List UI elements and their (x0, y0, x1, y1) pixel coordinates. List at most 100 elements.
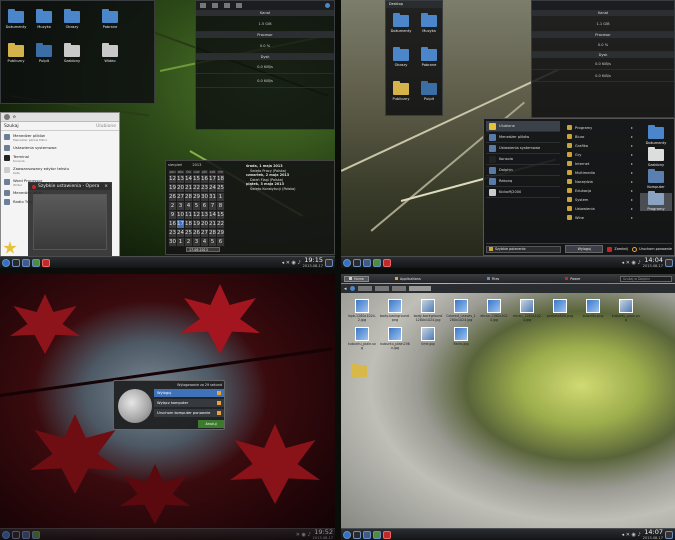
file-item[interactable]: ekran_1280x1024.jpg (512, 299, 542, 322)
folder-icon[interactable] (363, 530, 371, 539)
breadcrumb[interactable] (391, 286, 406, 291)
desktop-icon-downloads[interactable]: Pobrane (416, 47, 442, 67)
menu-category-item[interactable]: Gry ▸ (564, 150, 636, 159)
file-item[interactable]: body-background1280x1024.jpg (413, 299, 443, 322)
calendar-day[interactable]: 25 (184, 228, 193, 238)
calendar-day[interactable]: 3 (192, 237, 201, 247)
desktop-icon-images[interactable]: Obrazy (59, 9, 85, 29)
calendar-day[interactable]: 13 (200, 210, 209, 220)
desktop-icon-documents[interactable]: Dokumenty (3, 9, 29, 29)
menu-category-item[interactable]: Grafika ▸ (564, 141, 636, 150)
menu-category-item[interactable]: System ▸ (564, 195, 636, 204)
calendar-day[interactable]: 12 (192, 210, 201, 220)
panel-settings-icon[interactable] (665, 530, 673, 539)
desktop-icon-desktop[interactable]: Pulpit (416, 81, 442, 101)
panel-settings-icon[interactable] (325, 258, 333, 267)
calendar-day[interactable]: 23 (200, 183, 209, 193)
calendar-day[interactable]: 2 (184, 237, 193, 247)
calendar-day[interactable]: 26 (168, 192, 177, 202)
menu-category-item[interactable]: Wine ▸ (564, 213, 636, 222)
calendar-day[interactable]: 12 (168, 174, 177, 184)
kde-launcher-icon[interactable] (343, 530, 351, 539)
logout-button[interactable]: Wyloguj (154, 389, 224, 397)
calendar-day[interactable]: 10 (176, 210, 185, 220)
calendar-day[interactable]: 20 (176, 183, 185, 193)
calendar-day[interactable]: 8 (216, 201, 225, 211)
desktop-icon-documents[interactable]: Dokumenty (388, 13, 414, 33)
calendar-day[interactable]: 21 (208, 219, 217, 229)
favorites-star-icon[interactable] (3, 241, 17, 254)
quick-command-input[interactable]: Szybkie polecenie (486, 245, 562, 253)
file-item[interactable]: Rains.jpg (446, 327, 476, 346)
home-icon[interactable] (349, 286, 355, 291)
calendar-day[interactable]: 2 (168, 201, 177, 211)
calendar-day[interactable]: 14 (184, 174, 193, 184)
calendar-month[interactable]: sierpień (168, 163, 182, 167)
calendar-day[interactable]: 16 (200, 174, 209, 184)
file-item[interactable]: lime.jpg (413, 327, 443, 346)
browser-icon[interactable] (32, 258, 40, 267)
menu-category-item[interactable]: Biuro ▸ (564, 132, 636, 141)
calendar-day[interactable]: 4 (184, 201, 193, 211)
folder-icon[interactable] (22, 530, 30, 539)
place-programs[interactable]: Programy (640, 191, 672, 211)
calendar-day[interactable]: 18 (184, 219, 193, 229)
folder-icon[interactable] (351, 363, 367, 377)
file-item[interactable]: lspb-1280x1024-2.jpg (347, 299, 377, 322)
desktop-icon-music[interactable]: Muzyka (31, 9, 57, 29)
breadcrumb[interactable] (357, 286, 372, 291)
menu-search-row[interactable]: Szukaj Ulubione (1, 122, 119, 131)
desktop-icon-video[interactable]: Wideo (97, 43, 123, 63)
search-input[interactable]: Szukaj w Dolphin (620, 275, 672, 282)
calendar-day[interactable]: 11 (184, 210, 193, 220)
calendar-day[interactable]: 30 (200, 192, 209, 202)
file-item[interactable]: gorbeta800.png (545, 299, 575, 318)
calendar-day[interactable]: 22 (192, 183, 201, 193)
opera-icon[interactable] (383, 258, 391, 267)
restart-button[interactable]: Uruchom komputer ponownie (154, 409, 224, 417)
shutdown-button[interactable]: Zamknij (607, 246, 628, 252)
browser-icon[interactable] (373, 258, 381, 267)
back-icon[interactable]: ◂ (344, 286, 347, 292)
calendar-day[interactable]: 23 (168, 228, 177, 238)
browser-icon[interactable] (373, 530, 381, 539)
menu-category-item[interactable]: Ustawienia ▸ (564, 204, 636, 213)
calendar-day[interactable]: 27 (176, 192, 185, 202)
tray-icons[interactable]: ◂ ✕ ◉ ♪ (282, 260, 301, 266)
place-documents[interactable]: Dokumenty (640, 125, 672, 145)
calendar-day[interactable]: 15 (216, 210, 225, 220)
calendar-day[interactable]: 9 (168, 210, 177, 220)
logout-button[interactable]: Wyloguj (565, 245, 604, 253)
file-item[interactable]: Colored_Leaves_1280x1024.jpg (446, 299, 476, 322)
clock[interactable]: 14:04 2013-08-17 (643, 256, 663, 269)
menu-item-favorites[interactable]: Ulubione (486, 121, 560, 132)
calendar-day[interactable]: 18 (216, 174, 225, 184)
calendar-day[interactable]: 3 (176, 201, 185, 211)
menu-item-system-settings[interactable]: Ustawienia systemowe (1, 143, 119, 152)
calendar-day[interactable]: 31 (208, 192, 217, 202)
menu-item-text-editor[interactable]: Zaawansowany edytor tekstu Kate (1, 164, 119, 176)
place-computer[interactable]: Komputer (640, 169, 672, 189)
calendar-day[interactable]: 1 (176, 237, 185, 247)
calendar-day[interactable]: 17 (176, 219, 185, 229)
file-item[interactable]: kubuntu_plain.svg (347, 327, 377, 350)
desktop-icon-music[interactable]: Muzyka (416, 13, 442, 33)
calendar-day[interactable]: 15 (192, 174, 201, 184)
calendar-day[interactable]: 6 (200, 201, 209, 211)
calendar-day[interactable]: 6 (216, 237, 225, 247)
tab-files[interactable]: Files (483, 277, 503, 281)
desktop-icon-public[interactable]: Publiczny (388, 81, 414, 101)
close-icon[interactable]: × (104, 184, 108, 189)
menu-item-system-settings[interactable]: Ustawienia systemowe (486, 143, 560, 154)
calendar-day[interactable]: 22 (216, 219, 225, 229)
tray-icons[interactable]: ◂ ✕ ◉ ♪ (622, 260, 641, 266)
calendar-date-input[interactable]: 17.08.2013 (186, 247, 220, 252)
kde-launcher-icon[interactable] (2, 530, 10, 539)
breadcrumb[interactable] (374, 286, 389, 291)
calendar-day[interactable]: 30 (168, 237, 177, 247)
calendar-day[interactable]: 19 (168, 183, 177, 193)
tab-power[interactable]: Power (561, 277, 584, 281)
tab-applications[interactable]: Applications (391, 277, 425, 281)
calendar-day[interactable]: 19 (192, 219, 201, 229)
pager-icon[interactable] (353, 530, 361, 539)
